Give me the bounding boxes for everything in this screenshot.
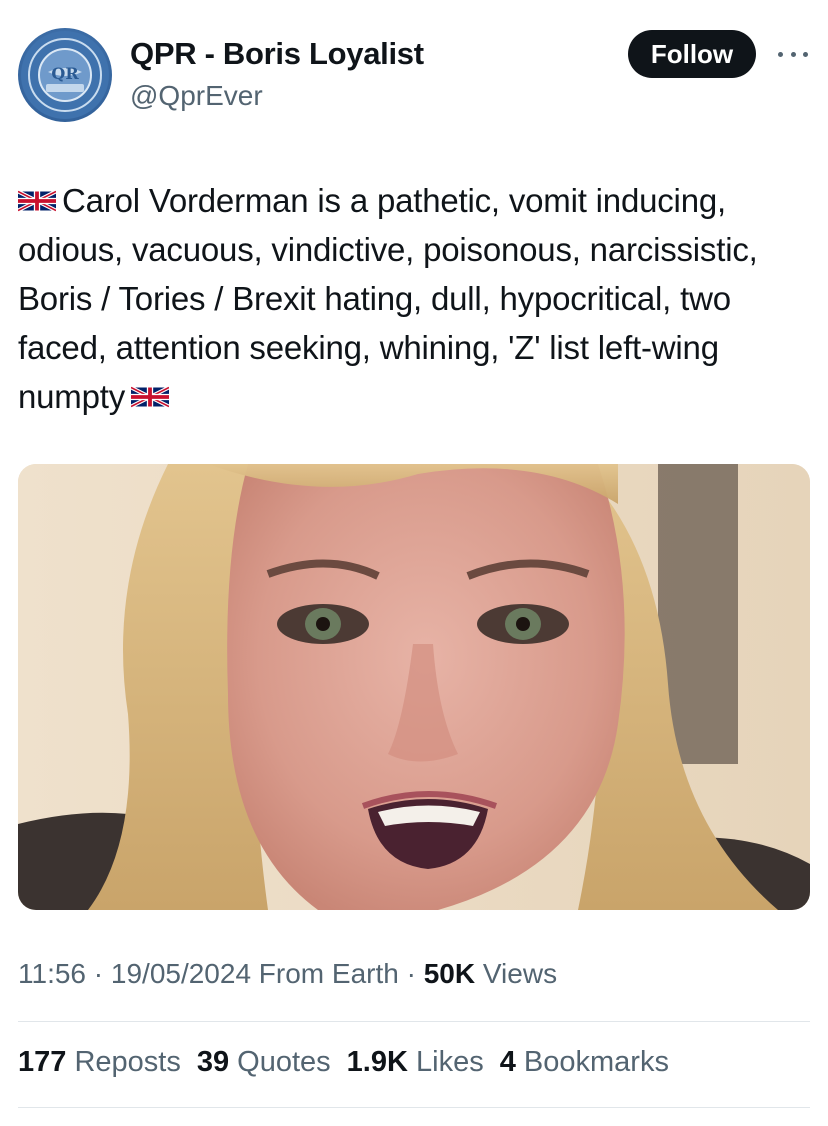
likes-label: Likes	[416, 1046, 484, 1078]
reposts-count: 177	[18, 1046, 67, 1078]
author-display-name[interactable]: QPR - Boris Loyalist	[130, 36, 424, 72]
uk-flag-icon	[131, 384, 170, 410]
reposts-stat[interactable]: 177 Reposts	[18, 1046, 181, 1079]
divider	[18, 1021, 810, 1022]
bookmarks-count: 4	[499, 1046, 516, 1078]
views-label: Views	[475, 958, 558, 989]
tweet-time[interactable]: 11:56	[18, 958, 86, 989]
author-handle[interactable]: @QprEver	[130, 80, 263, 112]
reposts-label: Reposts	[74, 1046, 181, 1078]
tweet-photo[interactable]	[18, 464, 810, 910]
bookmarks-label: Bookmarks	[523, 1046, 669, 1078]
likes-stat[interactable]: 1.9K Likes	[347, 1046, 484, 1079]
qpr-club-crest-icon[interactable]: QR	[18, 28, 112, 122]
tweet-source: From Earth	[251, 958, 399, 989]
meta-separator: ·	[398, 958, 424, 989]
tweet-stats: 177 Reposts 39 Quotes 1.9K Likes 4 Bookm…	[18, 1046, 669, 1079]
uk-flag-icon	[18, 188, 56, 214]
divider	[18, 1107, 810, 1108]
tweet-meta: 11:56 · 19/05/2024 From Earth · 50K View…	[18, 958, 557, 990]
views-count: 50K	[423, 958, 476, 989]
quotes-stat[interactable]: 39 Quotes	[197, 1046, 331, 1079]
tweet-date[interactable]: 19/05/2024	[111, 958, 251, 989]
follow-button[interactable]: Follow	[628, 30, 756, 78]
bookmarks-stat[interactable]: 4 Bookmarks	[500, 1046, 669, 1079]
quotes-count: 39	[196, 1046, 230, 1078]
tweet-text: Carol Vorderman is a pathetic, vomit ind…	[18, 176, 818, 421]
likes-count: 1.9K	[346, 1046, 408, 1078]
tweet-body: Carol Vorderman is a pathetic, vomit ind…	[18, 182, 767, 415]
tweet-header: QR QPR - Boris Loyalist @QprEver Follow	[18, 26, 810, 126]
meta-separator: ·	[86, 958, 111, 989]
quotes-label: Quotes	[237, 1046, 331, 1078]
svg-text:QR: QR	[51, 64, 79, 83]
more-dots-icon[interactable]	[778, 44, 808, 64]
